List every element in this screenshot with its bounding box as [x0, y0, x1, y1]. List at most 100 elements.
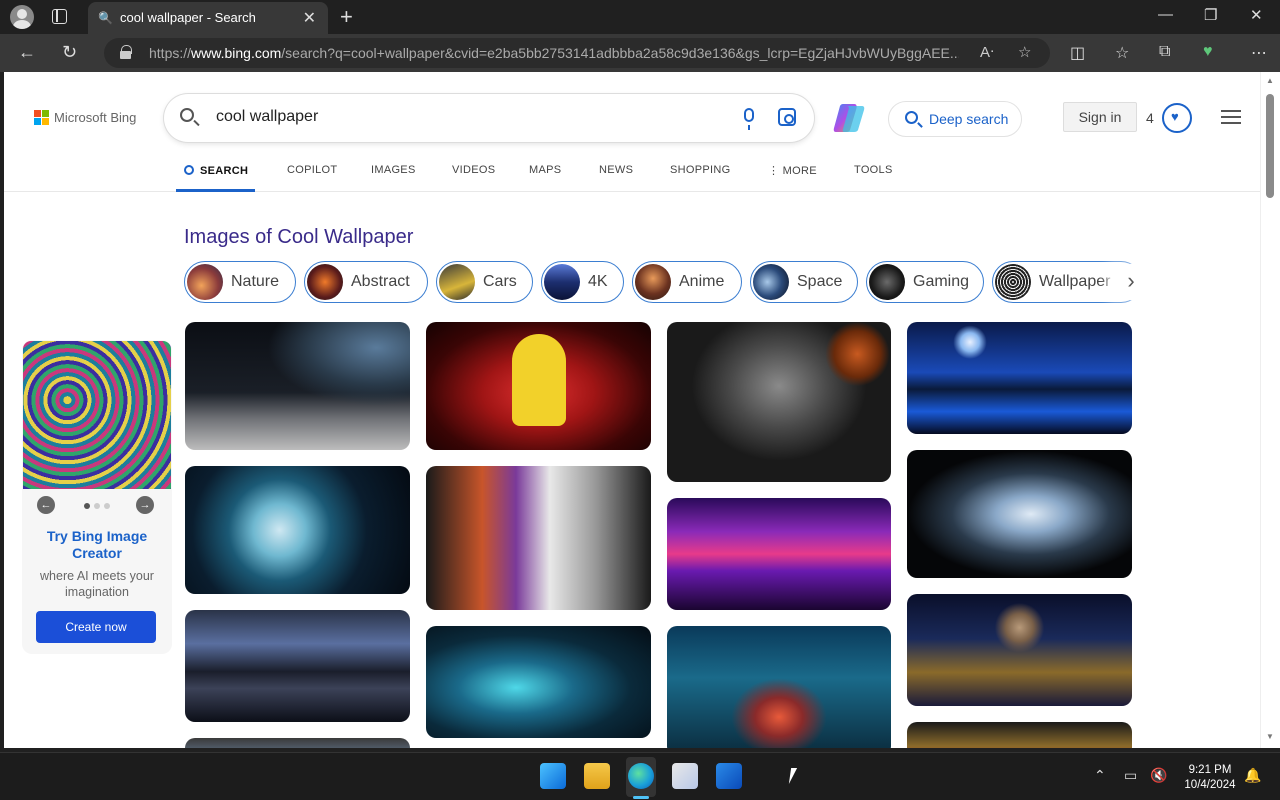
url-text[interactable]: https://www.bing.com/search?q=cool+wallp…: [149, 45, 959, 61]
chip-anime[interactable]: Anime: [632, 261, 742, 303]
rewards-icon[interactable]: [1162, 103, 1192, 133]
image-result[interactable]: [907, 322, 1132, 434]
tray-overflow-chevron-icon[interactable]: ⌃: [1094, 767, 1106, 784]
image-result[interactable]: [426, 322, 651, 450]
scroll-down-arrow-icon[interactable]: ▼: [1266, 732, 1274, 741]
browser-tab-bar: 🔍 cool wallpaper - Search ✕ + — ❐ ✕: [0, 0, 1280, 34]
chip-thumbnail: [753, 264, 789, 300]
tab-maps[interactable]: MAPS: [529, 164, 561, 176]
deep-search-button[interactable]: Deep search: [888, 101, 1022, 137]
tab-close-icon[interactable]: ✕: [303, 8, 316, 28]
new-tab-icon[interactable]: +: [340, 4, 353, 30]
refresh-icon[interactable]: ↻: [62, 42, 77, 63]
image-result[interactable]: [667, 322, 891, 482]
promo-title[interactable]: Try Bing Image Creator: [32, 528, 162, 562]
outlook-icon[interactable]: [716, 763, 742, 789]
network-icon[interactable]: ▭: [1124, 767, 1137, 784]
active-tab-indicator: [176, 189, 255, 192]
tab-tools[interactable]: TOOLS: [854, 164, 893, 176]
promo-artwork[interactable]: [23, 341, 171, 489]
address-bar[interactable]: https://www.bing.com/search?q=cool+wallp…: [104, 38, 1050, 68]
search-input[interactable]: cool wallpaper: [216, 108, 318, 126]
image-result[interactable]: [907, 722, 1132, 748]
clock-time: 9:21 PM: [1188, 764, 1232, 776]
promo-prev-arrow-icon[interactable]: ←: [37, 496, 55, 514]
image-result[interactable]: [907, 450, 1132, 578]
more-menu-icon[interactable]: ⋯: [1251, 43, 1267, 63]
chip-label: Anime: [679, 273, 725, 290]
tab-actions-icon[interactable]: [52, 9, 67, 24]
chip-abstract[interactable]: Abstract: [304, 261, 428, 303]
images-heading[interactable]: Images of Cool Wallpaper: [184, 226, 413, 249]
split-screen-icon[interactable]: ◫: [1070, 43, 1085, 63]
image-result[interactable]: [426, 626, 651, 738]
edge-browser-icon[interactable]: [628, 763, 654, 789]
search-box[interactable]: cool wallpaper: [164, 94, 814, 142]
chip-gaming[interactable]: Gaming: [866, 261, 984, 303]
minimize-icon[interactable]: —: [1158, 6, 1173, 23]
tab-more[interactable]: ⋮ MORE: [768, 164, 817, 177]
create-now-button[interactable]: Create now: [36, 611, 156, 643]
favorite-star-icon[interactable]: ☆: [1018, 43, 1031, 61]
image-result[interactable]: [185, 610, 410, 722]
search-icon[interactable]: [180, 108, 194, 122]
chip-thumbnail: [635, 264, 671, 300]
chip-thumbnail: [187, 264, 223, 300]
microphone-icon[interactable]: [744, 108, 754, 130]
bing-logo[interactable]: Microsoft Bing: [34, 110, 144, 126]
rewards-points[interactable]: 4: [1146, 110, 1154, 126]
promo-next-arrow-icon[interactable]: →: [136, 496, 154, 514]
scroll-thumb[interactable]: [1266, 94, 1274, 198]
notifications-bell-icon[interactable]: 🔔: [1244, 767, 1261, 784]
copilot-icon[interactable]: [832, 102, 866, 134]
browser-essentials-icon[interactable]: ♥: [1203, 43, 1213, 61]
chip-label: Cars: [483, 273, 517, 290]
favorites-icon[interactable]: ☆: [1115, 43, 1129, 63]
taskbar-clock[interactable]: 9:21 PM 10/4/2024: [1175, 763, 1245, 793]
chip-space[interactable]: Space: [750, 261, 858, 303]
back-arrow-icon[interactable]: ←: [18, 42, 36, 63]
profile-avatar-icon[interactable]: [10, 5, 34, 29]
image-result[interactable]: [907, 594, 1132, 706]
image-result[interactable]: [185, 738, 410, 748]
start-button-icon[interactable]: [540, 763, 566, 789]
tab-videos[interactable]: VIDEOS: [452, 164, 495, 176]
image-creator-promo: ← → Try Bing Image Creator where AI meet…: [22, 340, 172, 654]
chips-next-chevron-icon[interactable]: ›: [1116, 264, 1146, 300]
browser-tab-active[interactable]: 🔍 cool wallpaper - Search ✕: [88, 2, 328, 34]
image-result[interactable]: [667, 626, 891, 748]
hamburger-menu-icon[interactable]: [1221, 110, 1241, 124]
read-aloud-icon[interactable]: Aᐧ: [980, 43, 994, 61]
tab-images[interactable]: IMAGES: [371, 164, 416, 176]
tab-search[interactable]: SEARCH: [184, 164, 248, 177]
chip-thumbnail: [439, 264, 475, 300]
visual-search-icon[interactable]: [778, 108, 796, 126]
image-result[interactable]: [426, 466, 651, 610]
search-nav-tabs: SEARCH COPILOT IMAGES VIDEOS MAPS NEWS S…: [4, 152, 1260, 192]
microsoft-store-icon[interactable]: [672, 763, 698, 789]
chip-thumbnail: [544, 264, 580, 300]
chip-label: Nature: [231, 273, 280, 290]
chip-label: Abstract: [351, 273, 410, 290]
page-scrollbar[interactable]: ▲ ▼: [1260, 72, 1280, 748]
scroll-up-arrow-icon[interactable]: ▲: [1266, 76, 1274, 85]
chip-thumbnail: [995, 264, 1031, 300]
file-explorer-icon[interactable]: [584, 763, 610, 789]
chip-4k[interactable]: 4K: [541, 261, 624, 303]
close-window-icon[interactable]: ✕: [1250, 6, 1263, 24]
lock-icon[interactable]: [120, 45, 132, 59]
collections-icon[interactable]: ⧉: [1159, 43, 1170, 61]
image-result[interactable]: [185, 466, 410, 594]
sign-in-button[interactable]: Sign in: [1063, 102, 1137, 132]
tab-copilot[interactable]: COPILOT: [287, 164, 337, 176]
chip-cars[interactable]: Cars: [436, 261, 533, 303]
tab-news[interactable]: NEWS: [599, 164, 633, 176]
chip-nature[interactable]: Nature: [184, 261, 296, 303]
deep-search-icon: [905, 111, 918, 124]
image-result[interactable]: [185, 322, 410, 450]
restore-icon[interactable]: ❐: [1204, 6, 1217, 24]
tab-shopping[interactable]: SHOPPING: [670, 164, 730, 176]
volume-icon[interactable]: 🔇: [1150, 767, 1167, 784]
image-result[interactable]: [667, 498, 891, 610]
logo-square: [42, 118, 49, 125]
